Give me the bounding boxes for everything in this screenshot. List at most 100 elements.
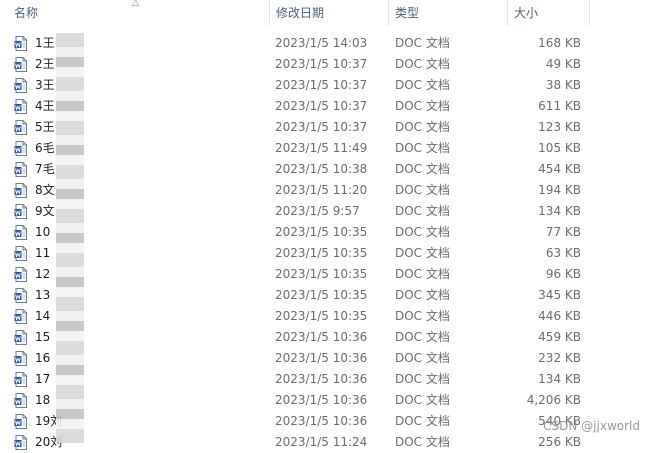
file-row[interactable]: 11 2023/1/5 10:35 DOC 文档 63 KB: [0, 243, 654, 264]
redaction-mosaic: [56, 33, 84, 443]
column-divider[interactable]: [589, 0, 590, 26]
file-row[interactable]: 10 2023/1/5 10:35 DOC 文档 77 KB: [0, 222, 654, 243]
word-doc-icon: [14, 372, 27, 387]
file-size: 454 KB: [538, 162, 581, 176]
file-modified-date: 2023/1/5 10:35: [275, 288, 368, 302]
file-modified-date: 2023/1/5 10:38: [275, 162, 368, 176]
file-size: 232 KB: [538, 351, 581, 365]
word-doc-icon: [14, 78, 27, 93]
column-header-date[interactable]: 修改日期: [270, 0, 388, 26]
file-row[interactable]: 12 2023/1/5 10:35 DOC 文档 96 KB: [0, 264, 654, 285]
word-doc-icon: [14, 99, 27, 114]
file-name: 2王: [35, 57, 55, 71]
file-type: DOC 文档: [395, 309, 450, 323]
file-type: DOC 文档: [395, 183, 450, 197]
file-row[interactable]: 4王 2023/1/5 10:37 DOC 文档 611 KB: [0, 96, 654, 117]
column-header-size[interactable]: 大小: [508, 0, 590, 26]
file-name: 14: [35, 309, 51, 323]
file-row[interactable]: 8文 2023/1/5 11:20 DOC 文档 194 KB: [0, 180, 654, 201]
file-row[interactable]: 2王 2023/1/5 10:37 DOC 文档 49 KB: [0, 54, 654, 75]
file-size: 134 KB: [538, 372, 581, 386]
file-row[interactable]: 9文 2023/1/5 9:57 DOC 文档 134 KB: [0, 201, 654, 222]
file-name: 6毛: [35, 141, 55, 155]
file-type: DOC 文档: [395, 57, 450, 71]
word-doc-icon: [14, 36, 27, 51]
word-doc-icon: [14, 246, 27, 261]
file-type: DOC 文档: [395, 99, 450, 113]
file-row[interactable]: 18 2023/1/5 10:36 DOC 文档 4,206 KB: [0, 390, 654, 411]
file-type: DOC 文档: [395, 141, 450, 155]
file-size: 38 KB: [545, 78, 581, 92]
file-modified-date: 2023/1/5 11:20: [275, 183, 368, 197]
word-doc-icon: [14, 141, 27, 156]
word-doc-icon: [14, 120, 27, 135]
file-name: 13: [35, 288, 51, 302]
watermark-text: CSDN @jjxworld: [543, 419, 640, 433]
file-name: 16: [35, 351, 51, 365]
file-modified-date: 2023/1/5 10:35: [275, 309, 368, 323]
file-type: DOC 文档: [395, 78, 450, 92]
file-size: 63 KB: [545, 246, 581, 260]
file-row[interactable]: 13 2023/1/5 10:35 DOC 文档 345 KB: [0, 285, 654, 306]
word-doc-icon: [14, 309, 27, 324]
file-modified-date: 2023/1/5 10:37: [275, 99, 368, 113]
file-size: 49 KB: [545, 57, 581, 71]
file-row[interactable]: 16 2023/1/5 10:36 DOC 文档 232 KB: [0, 348, 654, 369]
word-doc-icon: [14, 225, 27, 240]
file-type: DOC 文档: [395, 267, 450, 281]
file-type: DOC 文档: [395, 288, 450, 302]
file-row[interactable]: 3王 2023/1/5 10:37 DOC 文档 38 KB: [0, 75, 654, 96]
file-size: 96 KB: [545, 267, 581, 281]
column-header-name[interactable]: 名称: [8, 0, 270, 26]
file-type: DOC 文档: [395, 36, 450, 50]
column-header-type-label: 类型: [395, 6, 420, 20]
file-size: 459 KB: [538, 330, 581, 344]
file-size: 611 KB: [538, 99, 581, 113]
column-header-date-label: 修改日期: [276, 6, 325, 20]
file-modified-date: 2023/1/5 11:49: [275, 141, 368, 155]
column-header-bar: 名称 △ 修改日期 类型 大小: [0, 0, 654, 26]
word-doc-icon: [14, 288, 27, 303]
file-name: 11: [35, 246, 51, 260]
file-type: DOC 文档: [395, 162, 450, 176]
file-type: DOC 文档: [395, 414, 450, 428]
word-doc-icon: [14, 351, 27, 366]
file-name: 3王: [35, 78, 55, 92]
file-type: DOC 文档: [395, 246, 450, 260]
file-name: 4王: [35, 99, 55, 113]
file-name: 10: [35, 225, 51, 239]
file-type: DOC 文档: [395, 225, 450, 239]
file-size: 77 KB: [545, 225, 581, 239]
word-doc-icon: [14, 393, 27, 408]
file-row[interactable]: 14 2023/1/5 10:35 DOC 文档 446 KB: [0, 306, 654, 327]
file-modified-date: 2023/1/5 10:36: [275, 393, 368, 407]
file-modified-date: 2023/1/5 10:35: [275, 246, 368, 260]
file-modified-date: 2023/1/5 10:37: [275, 120, 368, 134]
file-row[interactable]: 15 2023/1/5 10:36 DOC 文档 459 KB: [0, 327, 654, 348]
file-row[interactable]: 7毛 2023/1/5 10:38 DOC 文档 454 KB: [0, 159, 654, 180]
file-row[interactable]: 6毛 2023/1/5 11:49 DOC 文档 105 KB: [0, 138, 654, 159]
file-size: 345 KB: [538, 288, 581, 302]
column-header-type[interactable]: 类型: [389, 0, 507, 26]
file-row[interactable]: 5王 2023/1/5 10:37 DOC 文档 123 KB: [0, 117, 654, 138]
word-doc-icon: [14, 183, 27, 198]
file-type: DOC 文档: [395, 393, 450, 407]
file-type: DOC 文档: [395, 330, 450, 344]
file-modified-date: 2023/1/5 10:36: [275, 330, 368, 344]
file-name: 1王: [35, 36, 55, 50]
file-size: 105 KB: [538, 141, 581, 155]
file-type: DOC 文档: [395, 204, 450, 218]
file-row[interactable]: 1王 2023/1/5 14:03 DOC 文档 168 KB: [0, 33, 654, 54]
file-name: 12: [35, 267, 51, 281]
file-modified-date: 2023/1/5 10:37: [275, 78, 368, 92]
file-name: 9文: [35, 204, 55, 218]
file-type: DOC 文档: [395, 372, 450, 386]
file-name: 18: [35, 393, 51, 407]
file-modified-date: 2023/1/5 10:35: [275, 267, 368, 281]
file-type: DOC 文档: [395, 351, 450, 365]
file-row[interactable]: 17 2023/1/5 10:36 DOC 文档 134 KB: [0, 369, 654, 390]
column-header-name-label: 名称: [14, 6, 39, 20]
file-type: DOC 文档: [395, 120, 450, 134]
word-doc-icon: [14, 330, 27, 345]
file-list: 1王 2023/1/5 14:03 DOC 文档 168 KB 2王 2023/1/5 1…: [0, 33, 654, 453]
